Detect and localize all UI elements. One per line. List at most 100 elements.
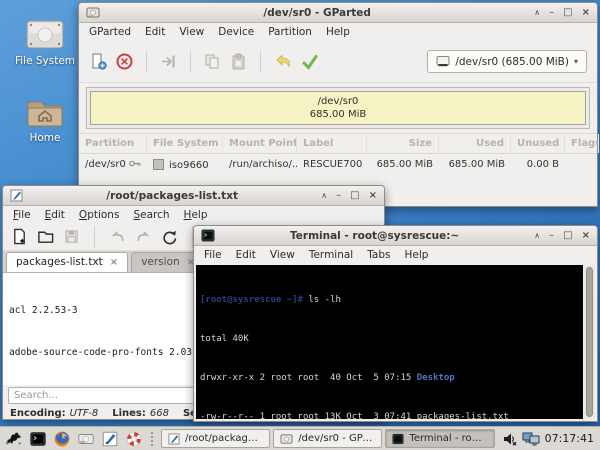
new-file-button[interactable] xyxy=(11,228,28,245)
window-title: /root/packages-list.txt xyxy=(28,190,316,202)
chevron-down-icon: ▾ xyxy=(574,57,578,66)
col-flags[interactable]: Flags xyxy=(565,134,599,153)
col-size[interactable]: Size xyxy=(367,134,439,153)
maximize-button[interactable]: □ xyxy=(563,231,572,241)
partition-visual-frame: /dev/sr0 685.00 MiB xyxy=(86,87,590,129)
cell-flags xyxy=(565,154,599,176)
maximize-button[interactable]: □ xyxy=(350,191,359,201)
lifesaver-icon xyxy=(125,430,143,448)
shade-button[interactable]: ∧ xyxy=(534,231,540,241)
menu-edit[interactable]: Edit xyxy=(229,247,263,263)
menu-help[interactable]: Help xyxy=(319,24,357,40)
col-mount-point[interactable]: Mount Point xyxy=(223,134,297,153)
desktop-icon-file-system[interactable]: File System xyxy=(7,17,83,67)
terminal-menubar: File Edit View Terminal Tabs Help xyxy=(194,246,597,264)
status-encoding: Encoding:UTF-8 xyxy=(10,408,98,419)
redo-button[interactable] xyxy=(135,228,152,245)
new-partition-button[interactable] xyxy=(89,52,108,71)
shade-button[interactable]: ∧ xyxy=(321,191,327,201)
menu-edit[interactable]: Edit xyxy=(38,207,72,223)
menu-view[interactable]: View xyxy=(172,24,211,40)
maximize-button[interactable]: □ xyxy=(563,8,572,18)
network-icon[interactable] xyxy=(522,431,540,446)
menu-edit[interactable]: Edit xyxy=(138,24,172,40)
taskbar-grip[interactable] xyxy=(150,431,155,447)
menu-help[interactable]: Help xyxy=(397,247,435,263)
undo-button[interactable] xyxy=(109,228,126,245)
col-label[interactable]: Label xyxy=(297,134,367,153)
terminal-scrollbar[interactable] xyxy=(584,265,595,419)
menu-gparted[interactable]: GParted xyxy=(82,24,138,40)
taskbar-button-terminal[interactable]: Terminal - root@s... xyxy=(385,429,494,448)
tab-close-icon[interactable]: × xyxy=(110,257,118,268)
volume-muted-icon[interactable] xyxy=(502,431,518,447)
close-button[interactable]: × xyxy=(582,8,590,18)
shade-button[interactable]: ∧ xyxy=(534,8,540,18)
col-file-system[interactable]: File System xyxy=(147,134,223,153)
menu-file[interactable]: File xyxy=(197,247,229,263)
taskbar-button-gparted[interactable]: /dev/sr0 - GParted xyxy=(273,429,382,448)
gparted-icon xyxy=(77,430,95,448)
taskbar-button-editor[interactable]: /root/packages-lis... xyxy=(161,429,270,448)
col-used[interactable]: Used xyxy=(439,134,511,153)
clock[interactable]: 07:17:41 xyxy=(545,432,594,445)
close-button[interactable]: × xyxy=(582,231,590,241)
resize-move-button[interactable] xyxy=(159,52,178,71)
gparted-app-icon xyxy=(86,6,100,19)
menu-tabs[interactable]: Tabs xyxy=(360,247,397,263)
terminal-titlebar[interactable]: Terminal - root@sysrescue:~ ∧ – □ × xyxy=(194,226,597,246)
minimize-button[interactable]: – xyxy=(549,231,554,241)
col-partition[interactable]: Partition xyxy=(79,134,147,153)
systemrescue-dog-icon xyxy=(4,429,23,448)
terminal-screen[interactable]: [root@sysrescue ~]# ls -lh total 40K drw… xyxy=(196,265,583,419)
firefox-launcher[interactable] xyxy=(51,428,72,449)
cell-mount-point: /run/archiso/... xyxy=(223,154,297,176)
text-editor-launcher[interactable] xyxy=(99,428,120,449)
device-selector[interactable]: /dev/sr0 (685.00 MiB) ▾ xyxy=(427,50,587,73)
undo-button[interactable] xyxy=(273,52,293,71)
minimize-button[interactable]: – xyxy=(549,8,554,18)
terminal-launcher[interactable] xyxy=(27,428,48,449)
tab-label: version xyxy=(141,256,179,268)
open-file-button[interactable] xyxy=(37,228,54,245)
copy-button[interactable] xyxy=(203,52,222,71)
menu-partition[interactable]: Partition xyxy=(261,24,319,40)
gparted-window: /dev/sr0 - GParted ∧ – □ × GParted Edit … xyxy=(78,2,598,207)
save-button[interactable] xyxy=(63,228,80,245)
applications-menu-button[interactable] xyxy=(3,428,24,449)
drive-icon xyxy=(23,17,67,53)
reload-button[interactable] xyxy=(161,228,178,245)
toolbar-separator xyxy=(190,51,191,73)
status-lines: Lines:668 xyxy=(112,408,169,419)
close-button[interactable]: × xyxy=(369,191,377,201)
menu-search[interactable]: Search xyxy=(126,207,176,223)
tab-label: packages-list.txt xyxy=(16,256,103,268)
help-launcher[interactable] xyxy=(123,428,144,449)
menu-terminal[interactable]: Terminal xyxy=(302,247,360,263)
gparted-launcher[interactable] xyxy=(75,428,96,449)
menu-options[interactable]: Options xyxy=(72,207,127,223)
desktop-icon-label: File System xyxy=(7,55,83,67)
col-unused[interactable]: Unused xyxy=(511,134,565,153)
gparted-menubar: GParted Edit View Device Partition Help xyxy=(79,23,597,41)
menu-device[interactable]: Device xyxy=(211,24,261,40)
apply-button[interactable] xyxy=(300,52,320,71)
terminal-line: total 40K xyxy=(200,333,583,346)
paste-button[interactable] xyxy=(229,52,248,71)
delete-partition-button[interactable] xyxy=(115,52,134,71)
gparted-titlebar[interactable]: /dev/sr0 - GParted ∧ – □ × xyxy=(79,3,597,23)
device-drive-icon xyxy=(436,55,450,68)
scrollbar-thumb[interactable] xyxy=(586,267,593,417)
partition-visual[interactable]: /dev/sr0 685.00 MiB xyxy=(90,91,586,125)
partition-table-row[interactable]: /dev/sr0 iso9660 /run/archiso/... RESCUE… xyxy=(79,154,597,176)
tab-packages-list[interactable]: packages-list.txt × xyxy=(6,252,128,272)
editor-titlebar[interactable]: /root/packages-list.txt ∧ – □ × xyxy=(3,186,384,206)
device-selector-value: /dev/sr0 (685.00 MiB) xyxy=(455,56,569,68)
desktop-icon-home[interactable]: Home xyxy=(7,94,83,144)
menu-help[interactable]: Help xyxy=(177,207,215,223)
minimize-button[interactable]: – xyxy=(336,191,341,201)
menu-view[interactable]: View xyxy=(263,247,302,263)
taskbar-button-label: Terminal - root@s... xyxy=(409,433,487,444)
menu-file[interactable]: File xyxy=(6,207,38,223)
terminal-line: [root@sysrescue ~]# ls -lh xyxy=(200,294,583,307)
